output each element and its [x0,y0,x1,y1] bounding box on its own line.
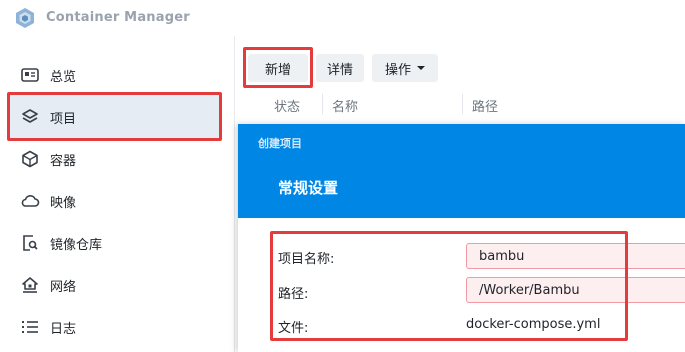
app-title: Container Manager [46,10,190,25]
container-manager-logo-icon [16,8,34,28]
column-separator [322,94,323,114]
add-button[interactable]: 新增 [248,54,308,82]
dialog-header: 创建项目 常规设置 [238,124,685,218]
sidebar-item-label: 映像 [50,195,77,211]
dialog-breadcrumb: 创建项目 [258,137,302,150]
column-header-status[interactable]: 状态 [274,96,300,115]
overview-card-icon [20,65,40,85]
column-separator [462,94,463,114]
list-icon [20,317,40,337]
project-name-label: 项目名称: [278,252,335,267]
create-project-dialog: 创建项目 常规设置 项目名称: 路径: 文件: docker-compose.y… [238,124,685,352]
title-bar: Container Manager [0,0,685,36]
sidebar-item-network[interactable]: 网络 [8,263,220,307]
cube-icon [20,149,40,169]
file-label: 文件: [278,321,309,336]
sidebar-item-label: 日志 [50,321,77,337]
path-label: 路径: [278,287,309,302]
registry-search-icon [20,233,40,253]
project-name-input[interactable] [466,243,685,269]
cloud-icon [20,191,40,211]
sidebar-divider [234,36,235,352]
details-button[interactable]: 详情 [316,54,364,82]
file-value: docker-compose.yml [466,317,601,332]
sidebar-item-label: 镜像仓库 [50,237,103,253]
sidebar-item-containers[interactable]: 容器 [8,137,220,181]
actions-dropdown-button[interactable]: 操作 [372,54,438,82]
dialog-title: 常规设置 [278,179,339,197]
sidebar-item-overview[interactable]: 总览 [8,53,220,97]
sidebar-item-label: 总览 [50,69,77,85]
sidebar-item-label: 网络 [50,279,77,295]
sidebar-item-registry[interactable]: 镜像仓库 [8,221,220,265]
sidebar-item-logs[interactable]: 日志 [8,305,220,349]
column-header-path[interactable]: 路径 [472,96,498,115]
sidebar-item-images[interactable]: 映像 [8,179,220,223]
actions-label: 操作 [384,61,411,77]
sidebar-item-label: 项目 [50,111,77,127]
column-header-name[interactable]: 名称 [332,96,358,115]
path-input[interactable] [466,277,685,303]
layers-icon [20,107,40,127]
house-network-icon [20,275,40,295]
chevron-down-icon [417,66,425,70]
sidebar-item-label: 容器 [50,153,77,169]
sidebar-item-projects[interactable]: 项目 [8,95,220,139]
